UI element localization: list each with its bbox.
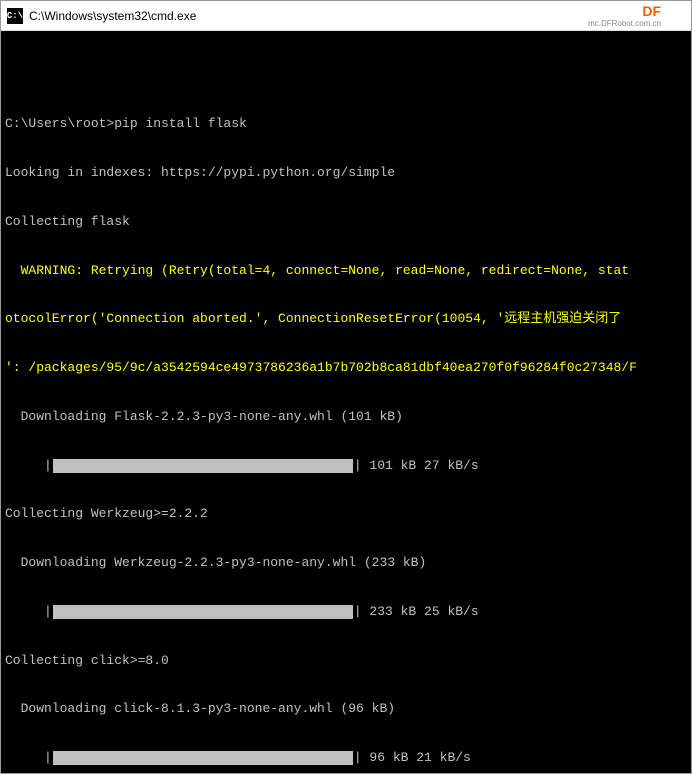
terminal-output[interactable]: C:\Users\root>pip install flask Looking … [1,31,691,773]
progress-row: | | 101 kB 27 kB/s [5,458,687,474]
output-line: Downloading Flask-2.2.3-py3-none-any.whl… [5,409,687,425]
watermark-url: mc.DFRobot.com.cn [588,19,661,28]
progress-indent: | [5,750,52,766]
warning-line: ': /packages/95/9c/a3542594ce4973786236a… [5,360,687,376]
window-title: C:\Windows\system32\cmd.exe [29,9,196,23]
warning-line: otocolError('Connection aborted.', Conne… [5,311,687,327]
progress-row: | | 96 kB 21 kB/s [5,750,687,766]
progress-bar [53,605,353,619]
progress-row: | | 233 kB 25 kB/s [5,604,687,620]
progress-text: 101 kB 27 kB/s [362,458,479,474]
progress-pipe: | [354,750,362,766]
titlebar[interactable]: C:\ C:\Windows\system32\cmd.exe DF mc.DF… [1,1,691,31]
blank-line [5,68,687,84]
progress-indent: | [5,458,52,474]
progress-bar [53,459,353,473]
output-line: Looking in indexes: https://pypi.python.… [5,165,687,181]
output-line: Downloading click-8.1.3-py3-none-any.whl… [5,701,687,717]
cmd-icon: C:\ [7,8,23,24]
progress-text: 233 kB 25 kB/s [362,604,479,620]
prompt-line: C:\Users\root>pip install flask [5,116,687,132]
output-line: Collecting Werkzeug>=2.2.2 [5,506,687,522]
output-line: Collecting flask [5,214,687,230]
progress-pipe: | [354,458,362,474]
watermark: DF mc.DFRobot.com.cn [588,3,661,28]
progress-indent: | [5,604,52,620]
progress-text: 96 kB 21 kB/s [362,750,471,766]
progress-bar [53,751,353,765]
output-line: Collecting click>=8.0 [5,653,687,669]
progress-pipe: | [354,604,362,620]
warning-line: WARNING: Retrying (Retry(total=4, connec… [5,263,687,279]
watermark-df: DF [588,3,661,19]
cmd-window: C:\ C:\Windows\system32\cmd.exe DF mc.DF… [0,0,692,774]
output-line: Downloading Werkzeug-2.2.3-py3-none-any.… [5,555,687,571]
